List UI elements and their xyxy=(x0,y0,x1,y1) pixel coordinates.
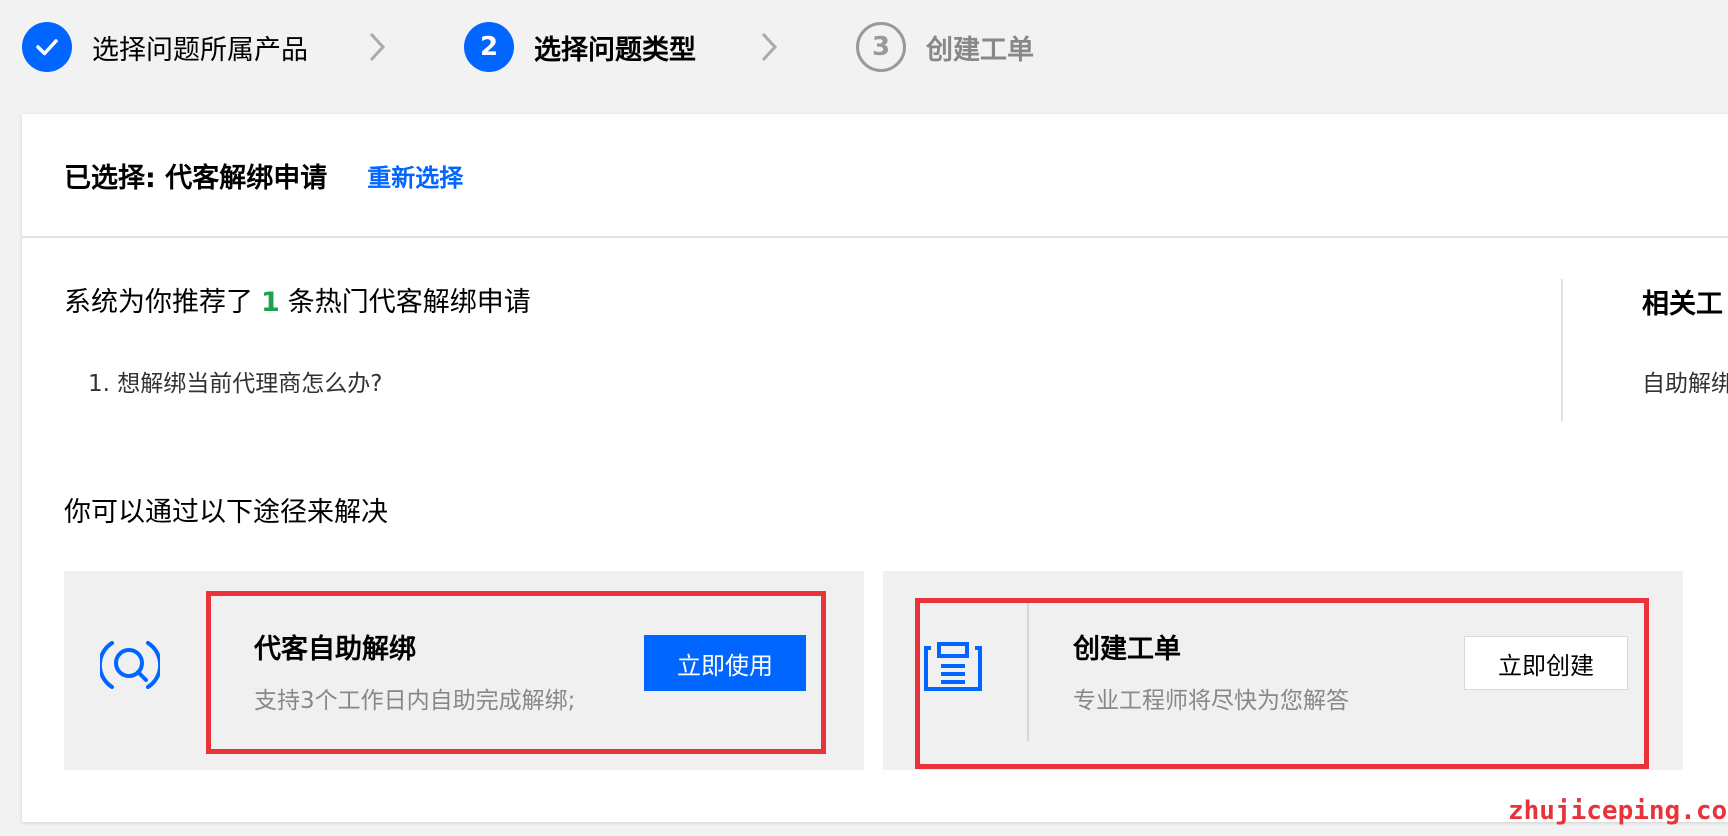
watermark: zhujiceping.com xyxy=(1508,796,1728,826)
recommend-title: 系统为你推荐了 1 条热门代客解绑申请 xyxy=(64,280,531,319)
recommend-count: 1 xyxy=(261,287,280,318)
step-1: 选择问题所属产品 xyxy=(22,22,308,72)
recommend-suffix: 条热门代客解绑申请 xyxy=(287,287,531,318)
chevron-right-icon xyxy=(761,32,778,62)
ticket-panel: 创建工单 专业工程师将尽快为您解答 立即创建 xyxy=(883,571,1683,770)
step-2-label: 选择问题类型 xyxy=(534,34,696,66)
main-card: 已选择: 代客解绑申请 重新选择 系统为你推荐了 1 条热门代客解绑申请 1. 想解… xyxy=(22,114,1728,822)
step-3: 3 创建工单 xyxy=(856,22,1034,72)
steps-bar: 选择问题所属产品 2 选择问题类型 3 创建工单 xyxy=(0,0,1728,104)
chevron-right-icon xyxy=(369,32,386,62)
create-now-button[interactable]: 立即创建 xyxy=(1464,636,1628,690)
use-now-button[interactable]: 立即使用 xyxy=(644,635,806,691)
search-icon xyxy=(100,641,160,689)
step-1-label: 选择问题所属产品 xyxy=(92,34,308,66)
ways-title: 你可以通过以下途径来解决 xyxy=(64,497,388,528)
card-header: 已选择: 代客解绑申请 重新选择 xyxy=(22,114,1728,238)
related-item[interactable]: 自助解绑 xyxy=(1642,364,1728,398)
self-service-title: 代客自助解绑 xyxy=(254,634,416,665)
selected-type-label: 已选择: 代客解绑申请 xyxy=(64,162,328,194)
step-2: 2 选择问题类型 xyxy=(464,22,696,72)
self-service-desc: 支持3个工作日内自助完成解绑; xyxy=(254,688,576,714)
check-icon xyxy=(22,22,72,72)
step-3-label: 创建工单 xyxy=(926,34,1034,66)
ticket-panel-divider xyxy=(1027,601,1029,741)
ticket-icon xyxy=(924,642,982,691)
related-title: 相关工 xyxy=(1642,289,1723,320)
ticket-title: 创建工单 xyxy=(1073,634,1181,665)
recommend-item[interactable]: 1. 想解绑当前代理商怎么办? xyxy=(88,364,382,398)
step-3-number: 3 xyxy=(856,22,906,72)
reselect-link[interactable]: 重新选择 xyxy=(367,158,463,193)
ticket-desc: 专业工程师将尽快为您解答 xyxy=(1073,688,1349,714)
self-service-panel: 代客自助解绑 支持3个工作日内自助完成解绑; 立即使用 xyxy=(64,571,864,770)
recommend-prefix: 系统为你推荐了 xyxy=(64,287,253,318)
vertical-divider xyxy=(1561,279,1563,421)
step-2-number: 2 xyxy=(464,22,514,72)
